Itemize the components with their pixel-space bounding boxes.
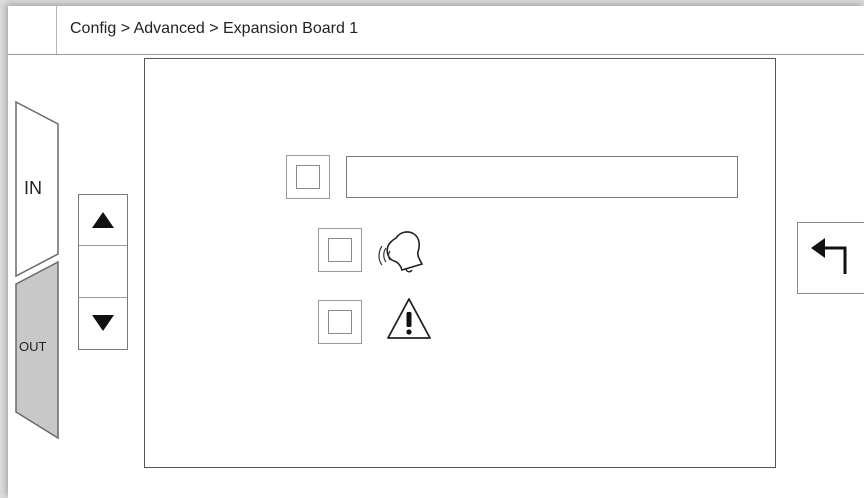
checkbox-inner bbox=[328, 310, 352, 334]
checkbox-inner bbox=[328, 238, 352, 262]
main-panel bbox=[144, 58, 776, 468]
back-arrow-icon bbox=[811, 238, 847, 274]
scroll-control bbox=[78, 194, 128, 350]
checkbox-inner bbox=[296, 165, 320, 189]
screen: Config > Advanced > Expansion Board 1 IN… bbox=[8, 6, 864, 498]
scroll-up-button[interactable] bbox=[79, 195, 127, 246]
header-corner-cell bbox=[8, 6, 57, 54]
scroll-down-button[interactable] bbox=[79, 297, 127, 348]
tab-in-label: IN bbox=[24, 178, 42, 198]
board-name-field[interactable] bbox=[346, 156, 738, 198]
triangle-down-icon bbox=[92, 315, 114, 331]
tab-out-label: OUT bbox=[19, 339, 47, 354]
header-bar: Config > Advanced > Expansion Board 1 bbox=[8, 6, 864, 55]
enable-checkbox[interactable] bbox=[286, 155, 330, 199]
warning-icon bbox=[387, 298, 431, 339]
bell-icon bbox=[378, 231, 424, 273]
triangle-up-icon bbox=[92, 212, 114, 228]
warning-checkbox[interactable] bbox=[318, 300, 362, 344]
bell-checkbox[interactable] bbox=[318, 228, 362, 272]
breadcrumb: Config > Advanced > Expansion Board 1 bbox=[70, 20, 359, 37]
back-button[interactable] bbox=[797, 222, 864, 294]
